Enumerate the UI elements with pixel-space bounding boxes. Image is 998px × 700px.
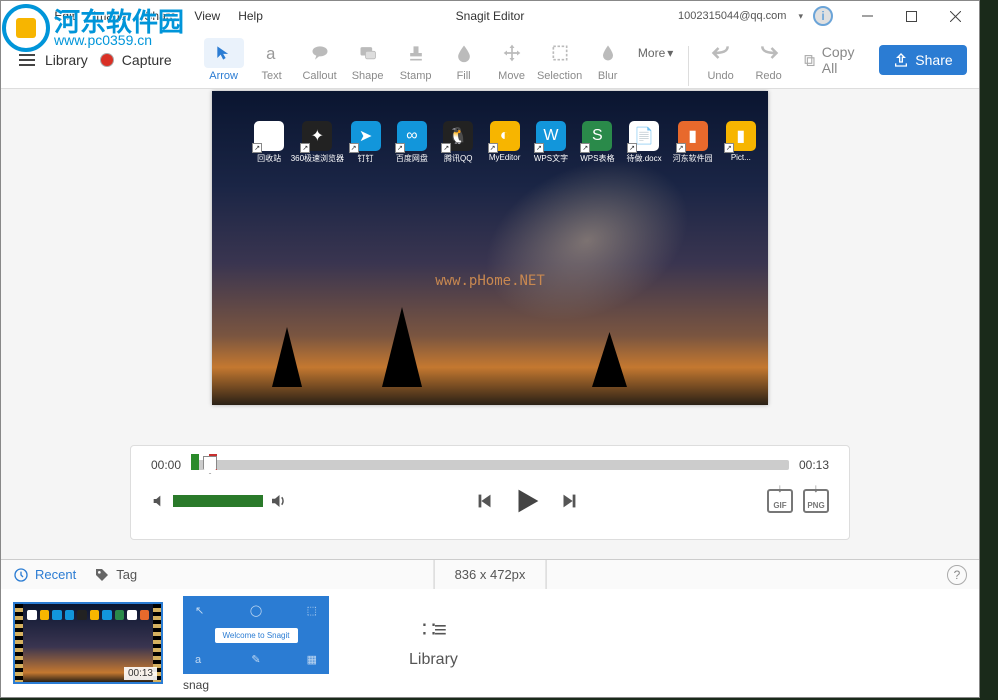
tool-move[interactable]: Move <box>488 34 536 86</box>
selection-icon <box>550 43 570 63</box>
desktop-icon: ∞↗百度网盘 <box>395 121 429 164</box>
account-dropdown-icon[interactable]: ▾ <box>798 11 803 22</box>
undo-icon <box>711 43 731 63</box>
play-button[interactable] <box>510 484 544 518</box>
thumbnail-duration: 00:13 <box>124 667 157 680</box>
time-current: 00:00 <box>151 458 181 472</box>
menu-edit[interactable]: Edit <box>46 5 83 27</box>
trim-start-marker[interactable] <box>191 454 199 470</box>
tool-arrow[interactable]: Arrow <box>200 34 248 86</box>
desktop-icon: ✦↗360极速浏览器 <box>298 121 336 164</box>
tool-text[interactable]: a Text <box>248 34 296 86</box>
timeline-slider[interactable] <box>191 460 789 470</box>
list-icon: ∷≡ <box>422 617 445 643</box>
tool-selection[interactable]: Selection <box>536 34 584 86</box>
close-button[interactable] <box>935 2 975 30</box>
thumbnail-2[interactable]: ↖◯⬚ a✎▦ Welcome to Snagit snag <box>181 594 331 692</box>
blur-icon <box>598 43 618 63</box>
maximize-button[interactable] <box>891 2 931 30</box>
desktop-icon: 🗑↗回收站 <box>252 121 286 164</box>
thumbnail-tray: 00:13 ↖◯⬚ a✎▦ Welcome to Snagit snag ∷≡ … <box>1 589 979 697</box>
titlebar: File Edit Image Share View Help Snagit E… <box>1 1 979 31</box>
desktop-icon: ➤↗钉钉 <box>348 121 382 164</box>
tool-fill[interactable]: Fill <box>440 34 488 86</box>
shape-icon <box>358 43 378 63</box>
export-png-button[interactable]: PNG <box>803 489 829 513</box>
arrow-cursor-icon <box>214 43 234 63</box>
desktop-icon: ▮↗Pict... <box>724 121 758 164</box>
tool-callout[interactable]: Callout <box>296 34 344 86</box>
menu-image[interactable]: Image <box>85 5 134 27</box>
separator <box>688 46 689 86</box>
thumbnail-1[interactable]: 00:13 <box>13 602 163 684</box>
export-gif-button[interactable]: GIF <box>767 489 793 513</box>
stamp-icon <box>406 43 426 63</box>
share-button[interactable]: Share <box>879 45 966 75</box>
volume-slider[interactable] <box>173 495 263 507</box>
tool-redo[interactable]: Redo <box>745 34 793 86</box>
tray-bar: Recent Tag 836 x 472px ? <box>1 559 979 589</box>
share-upload-icon <box>893 52 909 68</box>
canvas-image[interactable]: 🗑↗回收站 ✦↗360极速浏览器 ➤↗钉钉 ∞↗百度网盘 🐧↗腾讯QQ ◐↗MyEdito… <box>212 91 768 405</box>
copy-all-button[interactable]: Copy All <box>793 38 870 82</box>
tool-blur[interactable]: Blur <box>584 34 632 86</box>
tool-stamp[interactable]: Stamp <box>392 34 440 86</box>
desktop-icon: 📄↗待做.docx <box>627 121 662 164</box>
capture-button[interactable]: Capture <box>122 52 172 68</box>
snagit-editor-window: File Edit Image Share View Help Snagit E… <box>0 0 980 698</box>
desktop-icon: ◐↗MyEditor <box>487 121 521 164</box>
minimize-button[interactable] <box>847 2 887 30</box>
volume-low-icon[interactable] <box>151 493 167 509</box>
text-icon: a <box>262 43 282 63</box>
frame-forward-button[interactable] <box>558 490 580 512</box>
playhead[interactable] <box>203 456 217 474</box>
frame-back-button[interactable] <box>474 490 496 512</box>
desktop-icon: 🐧↗腾讯QQ <box>441 121 475 164</box>
dimensions-label: 836 x 472px <box>434 560 547 589</box>
callout-icon <box>310 43 330 63</box>
account-label[interactable]: 1002315044@qq.com <box>678 10 794 22</box>
recent-tab[interactable]: Recent <box>13 567 76 583</box>
tag-icon <box>94 567 110 583</box>
fill-icon <box>454 43 474 63</box>
canvas-watermark: www.pHome.NET <box>435 273 545 289</box>
time-total: 00:13 <box>799 458 829 472</box>
menu-file[interactable]: File <box>9 5 44 27</box>
menu-view[interactable]: View <box>186 5 228 27</box>
redo-icon <box>759 43 779 63</box>
clock-icon <box>13 567 29 583</box>
desktop-icon: ▮↗河东软件园 <box>674 121 712 164</box>
desktop-icon: W↗WPS文字 <box>534 121 568 164</box>
desktop-icons-row: 🗑↗回收站 ✦↗360极速浏览器 ➤↗钉钉 ∞↗百度网盘 🐧↗腾讯QQ ◐↗MyEdito… <box>252 121 758 164</box>
hamburger-icon[interactable] <box>19 54 35 66</box>
chevron-down-icon: ▾ <box>667 46 673 60</box>
window-title: Snagit Editor <box>456 9 525 23</box>
svg-text:a: a <box>266 43 276 62</box>
capture-record-icon <box>100 53 114 67</box>
video-player: 00:00 00:13 GIF <box>130 445 850 540</box>
info-badge-icon[interactable]: i <box>813 6 833 26</box>
copy-icon <box>803 51 816 69</box>
thumbnail-2-label: snag <box>181 678 331 692</box>
canvas-area: 🗑↗回收站 ✦↗360极速浏览器 ➤↗钉钉 ∞↗百度网盘 🐧↗腾讯QQ ◐↗MyEdito… <box>1 89 979 559</box>
toolbar: Library Capture Arrow a Text Callout Sha… <box>1 31 979 89</box>
menu-share[interactable]: Share <box>136 5 184 27</box>
tool-more[interactable]: More▾ <box>632 34 680 86</box>
tool-shape[interactable]: Shape <box>344 34 392 86</box>
library-button[interactable]: Library <box>45 52 88 68</box>
tool-undo[interactable]: Undo <box>697 34 745 86</box>
library-tile[interactable]: ∷≡ Library <box>409 617 458 669</box>
help-button[interactable]: ? <box>947 565 967 585</box>
volume-high-icon[interactable] <box>269 492 287 510</box>
move-icon <box>502 43 522 63</box>
desktop-icon: S↗WPS表格 <box>580 121 614 164</box>
tag-tab[interactable]: Tag <box>94 567 137 583</box>
menu-help[interactable]: Help <box>230 5 271 27</box>
